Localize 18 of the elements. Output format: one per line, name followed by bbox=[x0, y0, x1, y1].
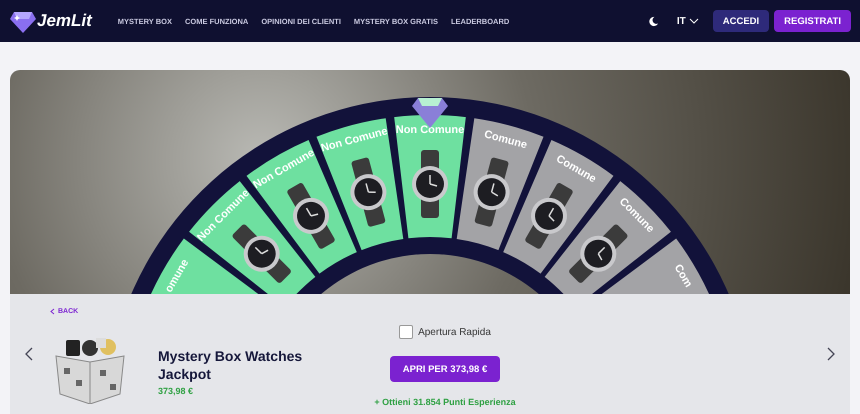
experience-points-text: + Ottieni 31.854 Punti Esperienza bbox=[374, 397, 516, 407]
open-box-button[interactable]: APRI PER 373,98 € bbox=[390, 356, 500, 382]
rarity-label: Comune bbox=[482, 128, 528, 152]
logo-text[interactable]: JemLit bbox=[37, 11, 92, 31]
moon-icon[interactable] bbox=[648, 16, 659, 26]
login-button[interactable]: ACCEDI bbox=[712, 10, 770, 32]
product-price: 373,98 € bbox=[158, 386, 194, 396]
chevron-left-icon[interactable] bbox=[25, 347, 33, 361]
chevron-right-icon[interactable] bbox=[827, 347, 835, 361]
quick-open-checkbox[interactable]: Apertura Rapida bbox=[399, 325, 491, 339]
chevron-left-icon bbox=[50, 308, 55, 315]
watch-icon bbox=[412, 150, 448, 218]
rarity-label: Non Comune bbox=[320, 125, 390, 155]
rarity-label: Non Comune bbox=[396, 124, 464, 136]
register-button[interactable]: REGISTRATI bbox=[774, 10, 851, 32]
language-selector[interactable]: IT bbox=[676, 16, 699, 26]
caret-icon bbox=[688, 18, 699, 24]
product-title: Mystery Box Watches Jackpot bbox=[158, 346, 304, 382]
